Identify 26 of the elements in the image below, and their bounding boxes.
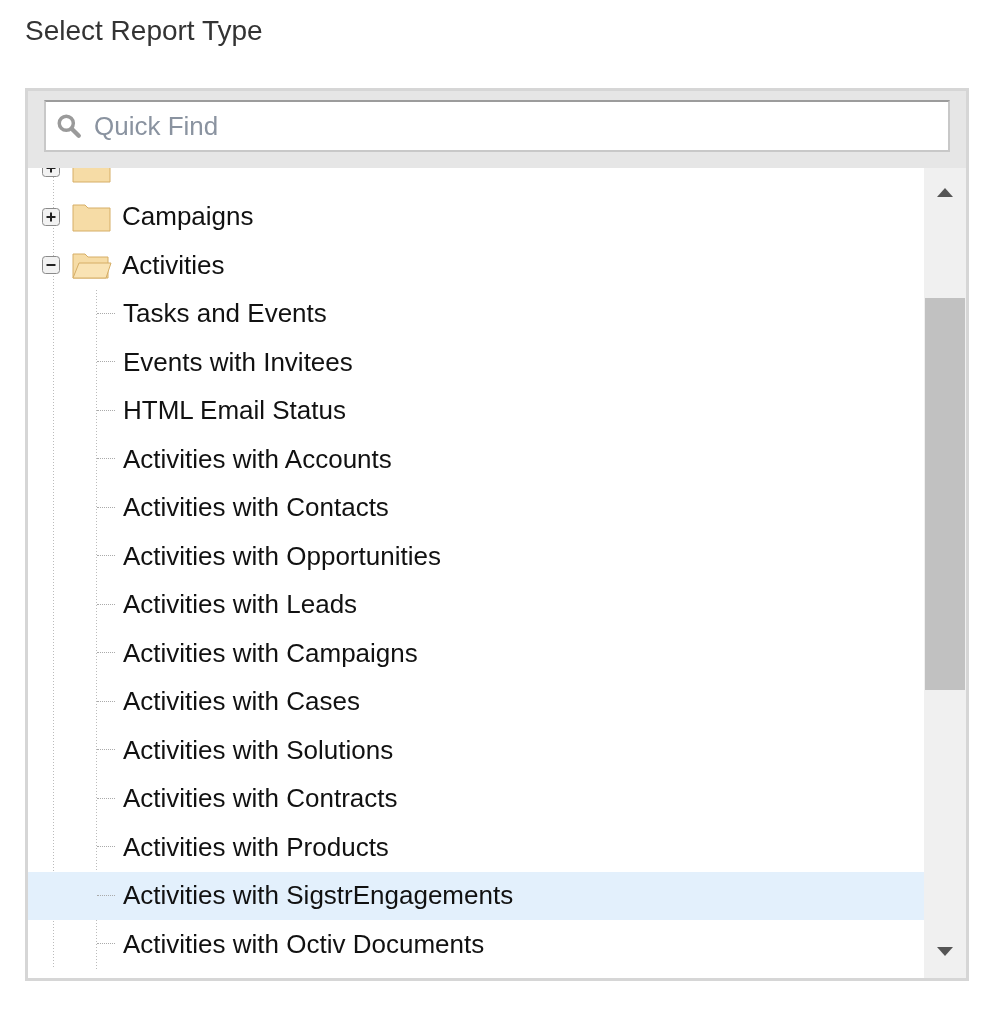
report-type-item[interactable]: Activities with Solutions: [28, 726, 924, 775]
folder-label[interactable]: Activities: [122, 249, 225, 281]
report-type-item[interactable]: Activities with Cases: [28, 677, 924, 726]
scrollbar[interactable]: [924, 168, 966, 978]
folder-icon: [72, 201, 112, 232]
report-type-item[interactable]: Activities with SigstrEngagements: [28, 871, 924, 920]
scrollbar-thumb[interactable]: [925, 298, 965, 690]
dialog-title: Select Report Type: [25, 14, 264, 48]
report-type-item[interactable]: Activities with Octiv Documents: [28, 920, 924, 969]
report-type-item[interactable]: Activities with Campaigns: [28, 629, 924, 678]
folder-label[interactable]: Campaigns: [122, 201, 254, 233]
report-type-item[interactable]: Activities with Contacts: [28, 483, 924, 532]
report-type-item[interactable]: Activities with Contracts: [28, 774, 924, 823]
expand-toggle[interactable]: [42, 207, 60, 226]
collapse-toggle[interactable]: [42, 256, 60, 275]
report-type-item[interactable]: Activities with Opportunities: [28, 532, 924, 581]
scroll-up-arrow-icon[interactable]: [937, 188, 953, 197]
quick-find-field[interactable]: Quick Find: [44, 100, 950, 152]
report-type-item[interactable]: Activities with Products: [28, 823, 924, 872]
scroll-down-arrow-icon[interactable]: [937, 947, 953, 956]
report-type-item[interactable]: HTML Email Status: [28, 386, 924, 435]
report-type-item[interactable]: Activities with Accounts: [28, 435, 924, 484]
folder-icon: [72, 250, 112, 281]
report-type-item[interactable]: Tasks and Events: [28, 289, 924, 338]
report-type-item[interactable]: Events with Invitees: [28, 338, 924, 387]
report-type-item[interactable]: Activities with Leads: [28, 580, 924, 629]
